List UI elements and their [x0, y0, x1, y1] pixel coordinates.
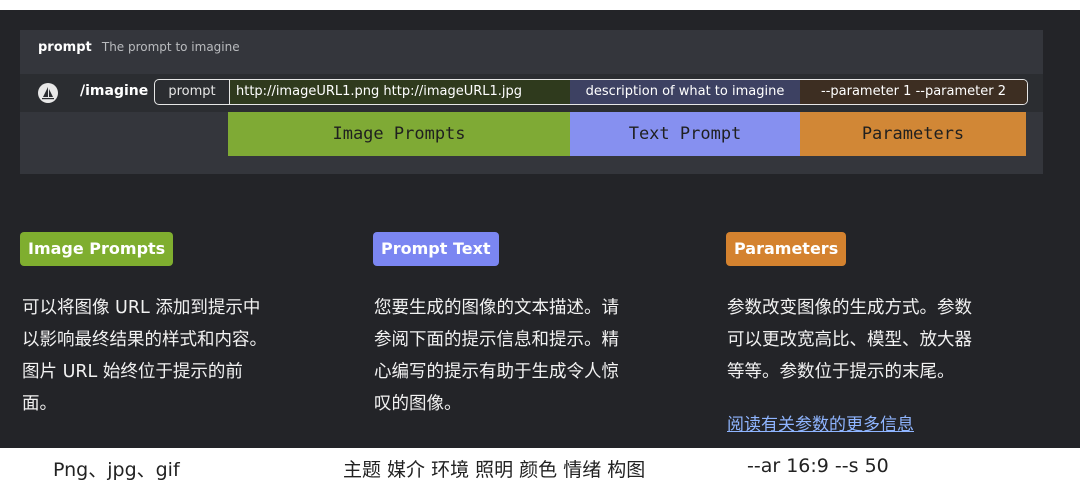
top-strip	[0, 0, 1080, 10]
description-line: 面。	[22, 394, 57, 414]
dark-panel: prompt The prompt to imagine /imagine pr…	[0, 0, 1080, 448]
parameter-example-caption: --ar 16:9 --s 50	[747, 455, 889, 477]
description-line: 以影响最终结果的样式和内容。	[22, 330, 267, 350]
description-line: 您要生成的图像的文本描述。请	[374, 298, 619, 318]
description-line: 参数改变图像的生成方式。参数	[727, 298, 972, 318]
text-prompt-bar: Text Prompt	[570, 112, 800, 156]
image-formats-caption: Png、jpg、gif	[53, 459, 180, 481]
option-description: The prompt to imagine	[101, 40, 240, 54]
parameters-bar: Parameters	[800, 112, 1026, 156]
option-name: prompt	[38, 40, 92, 55]
prompt-text-tag: Prompt Text	[373, 232, 499, 266]
text-prompt-segment[interactable]: description of what to imagine	[570, 80, 800, 104]
description-line: 等等。参数位于提示的末尾。	[727, 362, 955, 382]
parameters-more-info-link[interactable]: 阅读有关参数的更多信息	[727, 410, 914, 435]
description-line: 可以更改宽高比、模型、放大器	[727, 330, 972, 350]
sailboat-icon	[38, 83, 58, 103]
slash-command[interactable]: /imagine	[80, 83, 148, 99]
description-line: 可以将图像 URL 添加到提示中	[22, 298, 261, 318]
prompt-elements-caption: 主题 媒介 环境 照明 颜色 情绪 构图	[343, 459, 646, 481]
command-option-header: prompt The prompt to imagine	[38, 40, 240, 55]
image-prompts-tag: Image Prompts	[20, 232, 174, 266]
image-url-segment[interactable]: http://imageURL1.png http://imageURL1.jp…	[230, 80, 570, 104]
prompt-input[interactable]: prompt http://imageURL1.png http://image…	[154, 79, 1028, 105]
parameters-description: 参数改变图像的生成方式。参数 可以更改宽高比、模型、放大器 等等。参数位于提示的…	[727, 292, 1047, 388]
prompt-text-description: 您要生成的图像的文本描述。请 参阅下面的提示信息和提示。精 心编写的提示有助于生…	[374, 292, 694, 420]
command-row: /imagine prompt http://imageURL1.png htt…	[20, 74, 1043, 112]
description-line: 叹的图像。	[374, 394, 462, 414]
prompt-field-label: prompt	[155, 80, 230, 104]
description-line: 心编写的提示有助于生成令人惊	[374, 362, 619, 382]
description-line: 参阅下面的提示信息和提示。精	[374, 330, 619, 350]
command-preview: prompt The prompt to imagine /imagine pr…	[20, 30, 1043, 174]
parameters-tag: Parameters	[726, 232, 847, 266]
description-line: 图片 URL 始终位于提示的前	[22, 362, 243, 382]
parameters-segment[interactable]: --parameter 1 --parameter 2	[800, 80, 1027, 104]
image-prompts-description: 可以将图像 URL 添加到提示中 以影响最终结果的样式和内容。 图片 URL 始…	[22, 292, 342, 420]
image-prompts-bar: Image Prompts	[228, 112, 570, 156]
